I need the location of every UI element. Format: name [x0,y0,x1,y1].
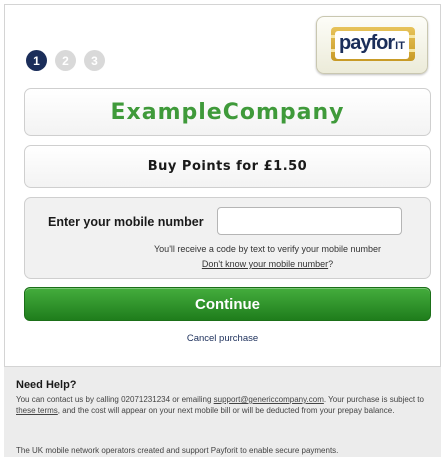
cancel-purchase-link[interactable]: Cancel purchase [0,333,445,344]
merchant-name: ExampleCompany [110,99,345,125]
continue-button[interactable]: Continue [24,287,431,321]
step-indicator: 1 2 3 [26,50,105,71]
dont-know-number-link[interactable]: Don't know your mobile number [202,259,328,269]
logo-for-text: for [370,32,395,54]
help-contact-text: You can contact us by calling 0207123123… [16,395,214,404]
step-3: 3 [84,50,105,71]
mobile-entry-panel: Enter your mobile number You'll receive … [24,197,431,279]
sms-verification-note: You'll receive a code by text to verify … [154,244,381,254]
help-terms-prefix: . Your purchase is subject to [323,395,424,404]
payforit-logo: pay for IT [316,16,428,74]
logo-it-text: IT [395,40,405,52]
merchant-box: ExampleCompany [24,88,431,136]
support-email-link[interactable]: support@genericcompany.com [214,395,324,404]
dont-know-number-line: Don't know your mobile number? [25,259,430,269]
step-2: 2 [55,50,76,71]
help-text: You can contact us by calling 0207123123… [16,394,426,416]
help-billing-text: , and the cost will appear on your next … [57,406,395,415]
help-title: Need Help? [16,379,77,391]
logo-pay-text: pay [339,32,371,54]
payforit-wordmark: pay for IT [335,31,409,59]
step-1: 1 [26,50,47,71]
mobile-number-input[interactable] [217,207,402,235]
mobile-number-label: Enter your mobile number [48,215,204,229]
terms-link[interactable]: these terms [16,406,58,415]
purchase-description: Buy Points for £1.50 [147,159,308,174]
help-footer: The UK mobile network operators created … [16,446,339,455]
purchase-box: Buy Points for £1.50 [24,145,431,188]
dont-know-suffix: ? [328,259,334,269]
help-section: Need Help? You can contact us by calling… [4,366,441,457]
